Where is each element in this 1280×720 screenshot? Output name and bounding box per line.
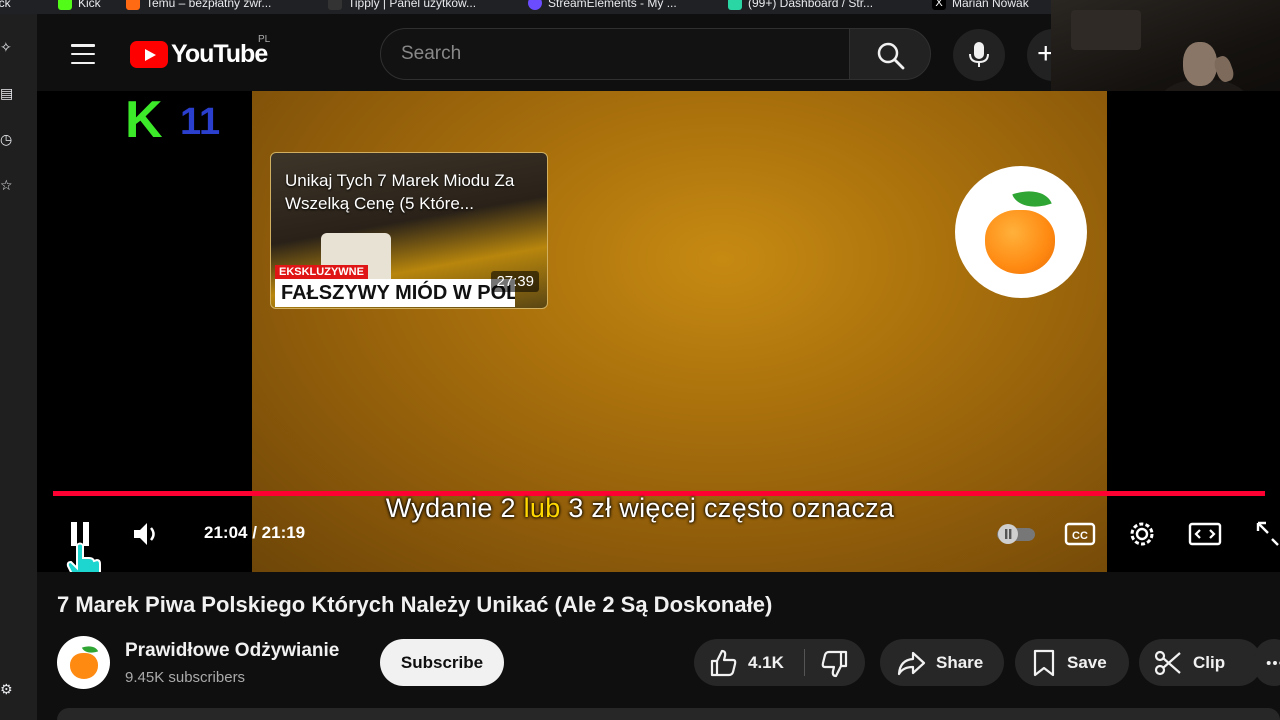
channel-badge-letter: K [125, 91, 163, 149]
like-count: 4.1K [748, 652, 784, 672]
like-button[interactable]: 4.1K [708, 648, 784, 678]
bookmark-kick-1[interactable]: Kick [0, 0, 11, 10]
thumbs-up-icon [710, 649, 737, 676]
thumbs-down-icon [821, 650, 848, 678]
total-time: 21:19 [261, 523, 306, 542]
hamburger-menu-button[interactable] [65, 38, 101, 70]
hand-cursor-icon [66, 542, 101, 572]
dislike-button[interactable] [820, 649, 860, 684]
endcard-badge: EKSKLUZYWNE [275, 265, 368, 279]
kick-icon [58, 0, 72, 10]
youtube-play-icon [130, 41, 168, 68]
temu-icon [126, 0, 140, 10]
bookmark-label: Kick [0, 0, 11, 10]
history-icon[interactable]: ◷ [0, 132, 14, 146]
bookmark-dashboard[interactable]: (99+) Dashboard / Str... [728, 0, 873, 10]
channel-badge-number: 11 [180, 101, 221, 143]
video-player[interactable]: K 11 Unikaj Tych 7 Marek Miodu Za Wszelk… [37, 91, 1280, 572]
endscreen-video-card[interactable]: Unikaj Tych 7 Marek Miodu Za Wszelką Cen… [270, 152, 548, 309]
endcard-banner: FAŁSZYWY MIÓD W POLSCE [275, 279, 515, 307]
settings-button[interactable] [1125, 517, 1159, 551]
like-dislike-group: 4.1K [694, 639, 865, 686]
search-button[interactable] [849, 28, 931, 80]
more-horizontal-icon [1266, 660, 1280, 665]
autoplay-toggle-icon [997, 524, 1035, 544]
scissors-icon [1154, 650, 1181, 675]
youtube-logo[interactable]: YouTube PL [130, 34, 270, 69]
fullscreen-button[interactable] [1251, 517, 1280, 551]
bookmark-label: StreamElements - My ... [548, 0, 677, 10]
endcard-duration: 27:39 [491, 271, 539, 292]
channel-avatar[interactable] [57, 636, 110, 689]
bookmark-tipply[interactable]: Tipply | Panel użytkow... [328, 0, 476, 10]
current-time: 21:04 [204, 523, 248, 542]
dashboard-icon [728, 0, 742, 10]
bookmark-x[interactable]: X Marian Nowak [932, 0, 1029, 10]
player-controls: 21:04 / 21:19 CC [37, 511, 1280, 572]
video-title: 7 Marek Piwa Polskiego Których Należy Un… [57, 592, 773, 617]
save-button[interactable]: Save [1015, 639, 1129, 686]
captions-button[interactable]: CC [1063, 519, 1097, 549]
svg-text:CC: CC [1072, 530, 1088, 542]
channel-watermark[interactable] [955, 166, 1087, 298]
apple-icon [985, 210, 1055, 274]
bookmark-label: Temu – bezpłatny zwr... [146, 0, 272, 10]
search-icon [877, 42, 905, 70]
screen: Kick Kick Temu – bezpłatny zwr... Tipply… [0, 0, 1280, 720]
streamelements-icon [528, 0, 542, 10]
bookmark-label: Marian Nowak [952, 0, 1029, 10]
bookmark-icon [1033, 649, 1055, 676]
subscribe-button[interactable]: Subscribe [380, 639, 504, 686]
theater-mode-button[interactable] [1187, 519, 1223, 549]
browser-sidebar: ✧ ▤ ◷ ☆ ⚙ [0, 14, 37, 720]
tipply-icon [328, 0, 342, 10]
fullscreen-icon [1256, 521, 1279, 546]
microphone-icon [969, 42, 989, 67]
share-button[interactable]: Share [880, 639, 1004, 686]
time-separator: / [247, 523, 262, 542]
subscriber-count: 9.45K subscribers [125, 669, 246, 686]
autoplay-toggle[interactable] [995, 521, 1037, 547]
save-label: Save [1067, 652, 1107, 672]
search-box [380, 28, 850, 80]
bookmark-streamelements[interactable]: StreamElements - My ... [528, 0, 677, 10]
bookmark-label: Kick [78, 0, 101, 10]
description-box[interactable] [57, 708, 1280, 720]
share-label: Share [936, 652, 984, 672]
settings-icon[interactable]: ⚙ [0, 682, 14, 696]
apple-icon [70, 653, 98, 679]
star-icon[interactable]: ☆ [0, 178, 14, 192]
more-actions-button[interactable] [1254, 639, 1280, 686]
bookmark-kick-2[interactable]: Kick [58, 0, 101, 10]
time-display: 21:04 / 21:19 [204, 523, 305, 543]
endcard-title: Unikaj Tych 7 Marek Miodu Za Wszelką Cen… [285, 171, 515, 213]
country-code: PL [258, 34, 271, 45]
bookmark-temu[interactable]: Temu – bezpłatny zwr... [126, 0, 271, 10]
like-divider [804, 649, 805, 676]
share-icon [897, 651, 926, 675]
theater-icon [1188, 522, 1222, 546]
volume-button[interactable] [127, 517, 167, 551]
search-input[interactable] [401, 29, 831, 79]
volume-icon [134, 523, 155, 545]
sparkle-icon[interactable]: ✧ [0, 40, 14, 54]
bookmark-label: (99+) Dashboard / Str... [748, 0, 874, 10]
gear-icon [1130, 522, 1154, 546]
cc-icon: CC [1064, 522, 1096, 546]
clip-button[interactable]: Clip [1139, 639, 1262, 686]
clip-label: Clip [1193, 652, 1226, 672]
channel-name[interactable]: Prawidłowe Odżywianie [125, 640, 339, 662]
bookmark-label: Tipply | Panel użytkow... [348, 0, 477, 10]
print-icon[interactable]: ▤ [0, 86, 14, 100]
x-icon: X [932, 0, 946, 10]
voice-search-button[interactable] [953, 29, 1005, 81]
logo-text: YouTube [171, 40, 268, 68]
